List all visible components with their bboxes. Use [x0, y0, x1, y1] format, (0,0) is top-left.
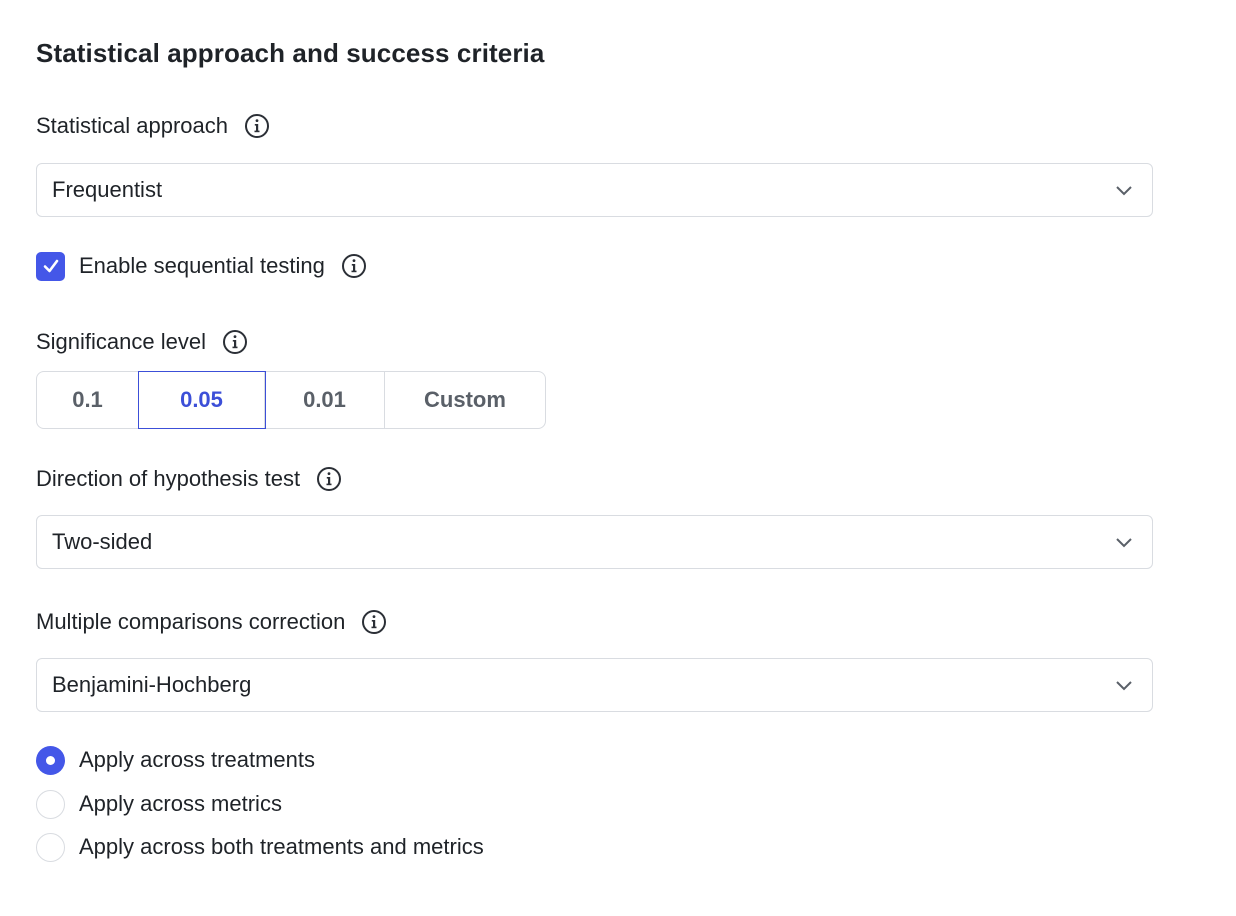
significance-option-custom[interactable]: Custom: [385, 372, 545, 428]
statistical-approach-label-row: Statistical approach: [36, 110, 270, 142]
radio-button[interactable]: [36, 832, 65, 862]
significance-option-0-01[interactable]: 0.01: [265, 372, 385, 428]
direction-select[interactable]: Two-sided: [36, 515, 1153, 569]
significance-label-row: Significance level: [36, 326, 248, 358]
correction-label-row: Multiple comparisons correction: [36, 606, 387, 638]
radio-label: Apply across treatments: [79, 747, 315, 772]
radio-label: Apply across metrics: [79, 791, 282, 816]
significance-option-0-1[interactable]: 0.1: [37, 372, 139, 428]
significance-option-0-05[interactable]: 0.05: [138, 371, 266, 429]
correction-select[interactable]: Benjamini-Hochberg: [36, 658, 1153, 712]
radio-button-selected[interactable]: [36, 745, 65, 775]
sequential-testing-row[interactable]: Enable sequential testing: [36, 250, 367, 282]
statistical-approach-select[interactable]: Frequentist: [36, 163, 1153, 217]
sequential-testing-label: Enable sequential testing: [79, 253, 325, 278]
radio-option-metrics[interactable]: Apply across metrics: [36, 788, 282, 820]
radio-label: Apply across both treatments and metrics: [79, 834, 484, 859]
radio-option-treatments[interactable]: Apply across treatments: [36, 744, 315, 776]
direction-label-row: Direction of hypothesis test: [36, 463, 342, 495]
radio-button[interactable]: [36, 789, 65, 819]
info-icon[interactable]: [316, 466, 342, 492]
significance-segmented-control: 0.1 0.05 0.01 Custom: [36, 371, 546, 429]
chevron-down-icon: [1116, 186, 1132, 196]
direction-value: Two-sided: [52, 529, 153, 554]
info-icon[interactable]: [341, 253, 367, 279]
chevron-down-icon: [1116, 538, 1132, 548]
chevron-down-icon: [1116, 681, 1132, 691]
info-icon[interactable]: [361, 609, 387, 635]
correction-label: Multiple comparisons correction: [36, 609, 346, 634]
radio-option-both[interactable]: Apply across both treatments and metrics: [36, 831, 484, 863]
statistical-approach-value: Frequentist: [52, 177, 163, 202]
correction-value: Benjamini-Hochberg: [52, 672, 252, 697]
significance-label: Significance level: [36, 329, 206, 354]
info-icon[interactable]: [244, 113, 270, 139]
direction-label: Direction of hypothesis test: [36, 466, 301, 491]
sequential-testing-checkbox[interactable]: [36, 251, 65, 281]
info-icon[interactable]: [222, 329, 248, 355]
check-icon: [43, 259, 58, 273]
section-title: Statistical approach and success criteri…: [36, 38, 545, 68]
statistical-approach-label: Statistical approach: [36, 113, 228, 138]
